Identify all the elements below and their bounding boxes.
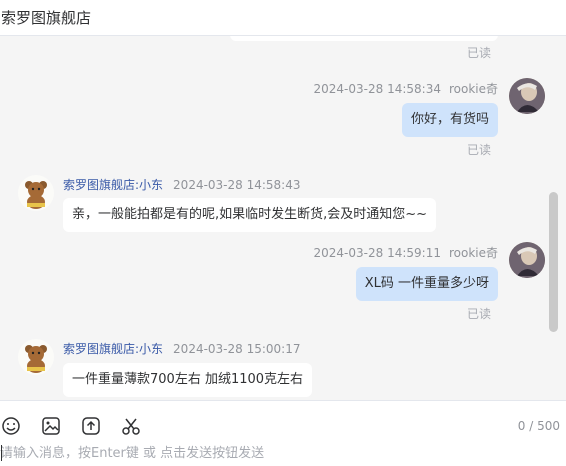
teddy-bear-icon bbox=[25, 345, 47, 373]
sender-name: rookie奇 bbox=[448, 82, 498, 96]
message-time: 2024-03-28 14:59:11 bbox=[313, 246, 441, 260]
message-input[interactable] bbox=[0, 443, 560, 463]
message-time: 2024-03-28 15:00:17 bbox=[173, 342, 301, 356]
text-caret bbox=[1, 445, 2, 461]
user-avatar[interactable] bbox=[509, 78, 545, 114]
shop-avatar[interactable] bbox=[18, 175, 54, 211]
message-bubble-partial bbox=[230, 36, 498, 41]
read-status: 已读 bbox=[467, 143, 492, 157]
image-icon[interactable] bbox=[41, 416, 63, 438]
message-meta: 索罗图旗舰店:小东 2024-03-28 14:58:43 bbox=[63, 176, 301, 193]
message-bubble-incoming: 亲，一般能拍都是有的呢,如果临时发生断货,会及时通知您~~ bbox=[63, 198, 437, 232]
sender-name: 索罗图旗舰店:小东 bbox=[63, 178, 164, 192]
message-bubble-outgoing: 你好，有货吗 bbox=[401, 103, 498, 137]
shop-avatar[interactable] bbox=[18, 339, 54, 375]
chat-header: 索罗图旗舰店 bbox=[0, 0, 566, 36]
sender-name: rookie奇 bbox=[448, 246, 498, 260]
user-photo-icon bbox=[509, 78, 545, 114]
message-list[interactable]: 已读 2024-03-28 14:58:34 rookie奇 你好，有货吗 已读 … bbox=[0, 36, 566, 400]
user-avatar[interactable] bbox=[509, 242, 545, 278]
user-photo-icon bbox=[509, 242, 545, 278]
char-counter: 0 / 500 bbox=[517, 419, 560, 433]
message-time: 2024-03-28 14:58:34 bbox=[313, 82, 441, 96]
message-bubble-outgoing: XL码 一件重量多少呀 bbox=[355, 267, 498, 301]
composer: 0 / 500 bbox=[0, 400, 566, 466]
chat-title: 索罗图旗舰店 bbox=[1, 9, 92, 27]
message-bubble-incoming: 一件重量薄款700左右 加绒1100克左右 bbox=[63, 363, 313, 397]
sender-name: 索罗图旗舰店:小东 bbox=[63, 342, 164, 356]
message-time: 2024-03-28 14:58:43 bbox=[173, 178, 301, 192]
upload-icon[interactable] bbox=[81, 416, 103, 438]
read-status: 已读 bbox=[467, 46, 492, 60]
emoji-icon[interactable] bbox=[1, 416, 23, 438]
message-list-scrollbar[interactable] bbox=[549, 192, 558, 332]
message-meta: 索罗图旗舰店:小东 2024-03-28 15:00:17 bbox=[63, 340, 301, 357]
message-meta: 2024-03-28 14:59:11 rookie奇 bbox=[314, 244, 498, 261]
message-meta: 2024-03-28 14:58:34 rookie奇 bbox=[314, 80, 498, 97]
read-status: 已读 bbox=[467, 307, 492, 321]
scissors-icon[interactable] bbox=[121, 416, 143, 438]
teddy-bear-icon bbox=[25, 181, 47, 209]
